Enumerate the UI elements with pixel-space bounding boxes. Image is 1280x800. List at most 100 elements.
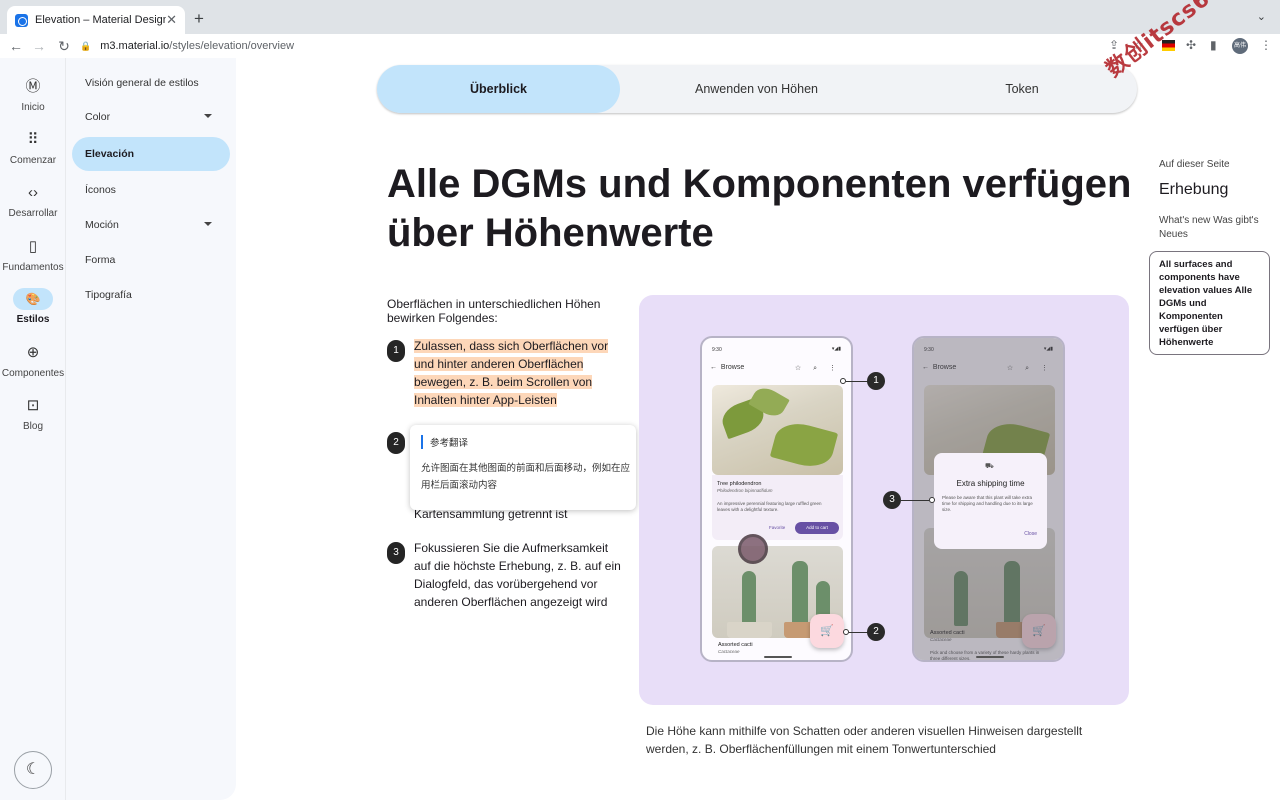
callout-badge: 2	[867, 623, 885, 641]
elevation-illustration: 9:30 ▾◢▮ ← Browse ☆ ⌕ ⋮ Tree philodendro…	[639, 295, 1129, 705]
cart-icon: 🛒	[820, 625, 834, 637]
styles-subnav: Visión general de estilos Color Elevació…	[66, 58, 236, 800]
status-icons: ▾◢▮	[831, 346, 841, 352]
subnav-item-icons[interactable]: Íconos	[72, 173, 230, 207]
forward-icon[interactable]: →	[27, 38, 51, 54]
callout-badge: 3	[883, 491, 901, 509]
list-number: 3	[387, 542, 405, 564]
translation-body: 允许图面在其他图面的前面和后面移动，例如在应用栏后面滚动内容	[421, 463, 631, 491]
rail-item-componentes[interactable]: ⊕ Componentes	[0, 342, 66, 379]
list-number: 1	[387, 340, 405, 362]
subnav-item-label: Tipografía	[85, 289, 132, 301]
product-card: Tree philodendron Philodendron bipinnati…	[712, 475, 843, 540]
home-indicator	[976, 656, 1004, 658]
toc-link-active[interactable]: All surfaces and components have elevati…	[1149, 251, 1270, 355]
rail-item-desarrollar[interactable]: ‹› Desarrollar	[0, 182, 66, 219]
truck-icon: ⛟	[985, 463, 994, 470]
subnav-item-shape[interactable]: Forma	[72, 243, 230, 277]
subnav-item-label: Íconos	[85, 184, 116, 196]
touch-indicator	[738, 534, 768, 564]
dark-mode-toggle[interactable]: ☾	[14, 751, 52, 789]
dialog-body: Please be aware that this plant will tak…	[942, 495, 1033, 512]
callout-dot	[929, 497, 935, 503]
product-sci-name: Philodendron bipinnatifidum	[717, 488, 773, 493]
close-tab-icon[interactable]: ✕	[166, 12, 177, 28]
side-panel-icon[interactable]: ▮	[1210, 38, 1217, 52]
tab-applying-elevation[interactable]: Anwenden von Höhen	[635, 65, 878, 113]
dialog-close-button: Close	[1024, 531, 1037, 537]
back-icon[interactable]: ←	[4, 38, 28, 54]
new-tab-icon[interactable]: +	[194, 9, 204, 29]
rail-item-label: Estilos	[16, 314, 50, 325]
product-name: Tree philodendron	[717, 481, 762, 487]
tab-search-icon[interactable]: ⌄	[1257, 10, 1266, 23]
rail-item-label: Inicio	[21, 102, 45, 113]
toc-heading[interactable]: Erhebung	[1159, 181, 1228, 199]
translation-popup: 参考翻译 允许图面在其他图面的前面和后面移动，例如在应用栏后面滚动内容	[410, 425, 636, 510]
tab-overview[interactable]: Überblick	[377, 65, 620, 113]
callout-line	[901, 500, 929, 501]
list-number: 2	[387, 432, 405, 454]
subnav-item-label: Forma	[85, 254, 116, 266]
callout-line	[849, 632, 868, 633]
code-icon: ‹›	[28, 184, 38, 201]
moon-icon: ☾	[25, 761, 41, 778]
callout-badge: 1	[867, 372, 885, 390]
page-title: Alle DGMs und Komponenten verfügen über …	[387, 162, 1132, 255]
subnav-item-overview[interactable]: Visión general de estilos	[72, 66, 230, 100]
address-bar-row: ← → ↻ 🔒 m3.material.io/styles/elevation/…	[0, 34, 1280, 58]
browser-tab[interactable]: Elevation – Material Design 3 ✕	[7, 6, 185, 34]
profile-avatar[interactable]: 高伟	[1232, 38, 1248, 54]
rail-item-label: Blog	[22, 421, 43, 432]
highlighted-text: Zulassen, dass sich Oberflächen vor und …	[414, 339, 609, 407]
cactus-shape	[742, 571, 756, 626]
rail-item-inicio[interactable]: Ⓜ Inicio	[0, 76, 66, 113]
app-bar-title: ← Browse	[710, 364, 744, 371]
toc-label: Auf dieser Seite	[1159, 159, 1230, 170]
rail-item-label: Desarrollar	[8, 208, 58, 219]
status-time: 9:30	[712, 347, 722, 353]
rail-item-fundamentos[interactable]: ▯ Fundamentos	[0, 236, 66, 273]
illustration-caption: Die Höhe kann mithilfe von Schatten oder…	[646, 724, 1083, 756]
toc-link-whats-new[interactable]: What's new Was gibt's Neues	[1159, 214, 1259, 242]
add-circle-icon: ⊕	[26, 344, 40, 361]
subnav-item-color[interactable]: Color	[72, 100, 230, 134]
tab-title: Elevation – Material Design 3	[35, 14, 167, 26]
phone-mockup: 9:30 ▾◢▮ ← Browse ☆ ⌕ ⋮ Tree philodendro…	[700, 336, 853, 662]
browser-menu-icon[interactable]: ⋮	[1260, 38, 1272, 52]
product-desc: An impressive perennial featuring large …	[717, 501, 822, 512]
pot-shape	[727, 622, 772, 638]
browser-tab-strip: Elevation – Material Design 3 ✕ + ⌄	[0, 0, 1280, 34]
extensions-puzzle-icon[interactable]: ✣	[1186, 38, 1196, 52]
leaf-shape	[769, 417, 839, 473]
subnav-item-elevation[interactable]: Elevación	[72, 137, 230, 171]
url-field[interactable]: 🔒 m3.material.io/styles/elevation/overvi…	[80, 35, 1155, 57]
subnav-item-label: Moción	[85, 219, 119, 231]
rail-item-estilos[interactable]: 🎨 Estilos	[0, 288, 66, 325]
app-title: Browse	[720, 364, 745, 371]
subnav-item-motion[interactable]: Moción	[72, 208, 230, 242]
reload-icon[interactable]: ↻	[52, 38, 76, 55]
add-to-cart-button: Add to cart	[795, 522, 839, 534]
subnav-item-label: Elevación	[85, 148, 135, 160]
home-indicator	[764, 656, 792, 658]
lock-icon: 🔒	[80, 40, 92, 51]
page-tabs: Überblick Anwenden von Höhen Token	[377, 65, 1137, 113]
intro-text: Oberflächen in unterschiedlichen Höhen b…	[387, 297, 601, 325]
cactus-shape	[792, 561, 808, 626]
callout-line	[846, 381, 868, 382]
favorite-button: Favorite	[769, 525, 786, 530]
rail-item-label: Componentes	[1, 368, 65, 379]
rail-item-label: Fundamentos	[2, 262, 64, 273]
subnav-item-typography[interactable]: Tipografía	[72, 278, 230, 312]
translation-title: 参考翻译	[421, 435, 468, 449]
rail-item-blog[interactable]: ⊡ Blog	[0, 395, 66, 432]
caret-down-icon	[204, 222, 212, 226]
rail-item-label: Comenzar	[9, 155, 57, 166]
rail-item-comenzar[interactable]: ⠿ Comenzar	[0, 129, 66, 166]
back-arrow-icon: ←	[710, 364, 717, 371]
star-box-icon: ⊡	[26, 397, 40, 414]
plant-photo	[712, 385, 843, 475]
navigation-rail: Ⓜ Inicio ⠿ Comenzar ‹› Desarrollar ▯ Fun…	[0, 58, 66, 800]
shipping-dialog: ⛟ Extra shipping time Please be aware th…	[934, 453, 1047, 549]
